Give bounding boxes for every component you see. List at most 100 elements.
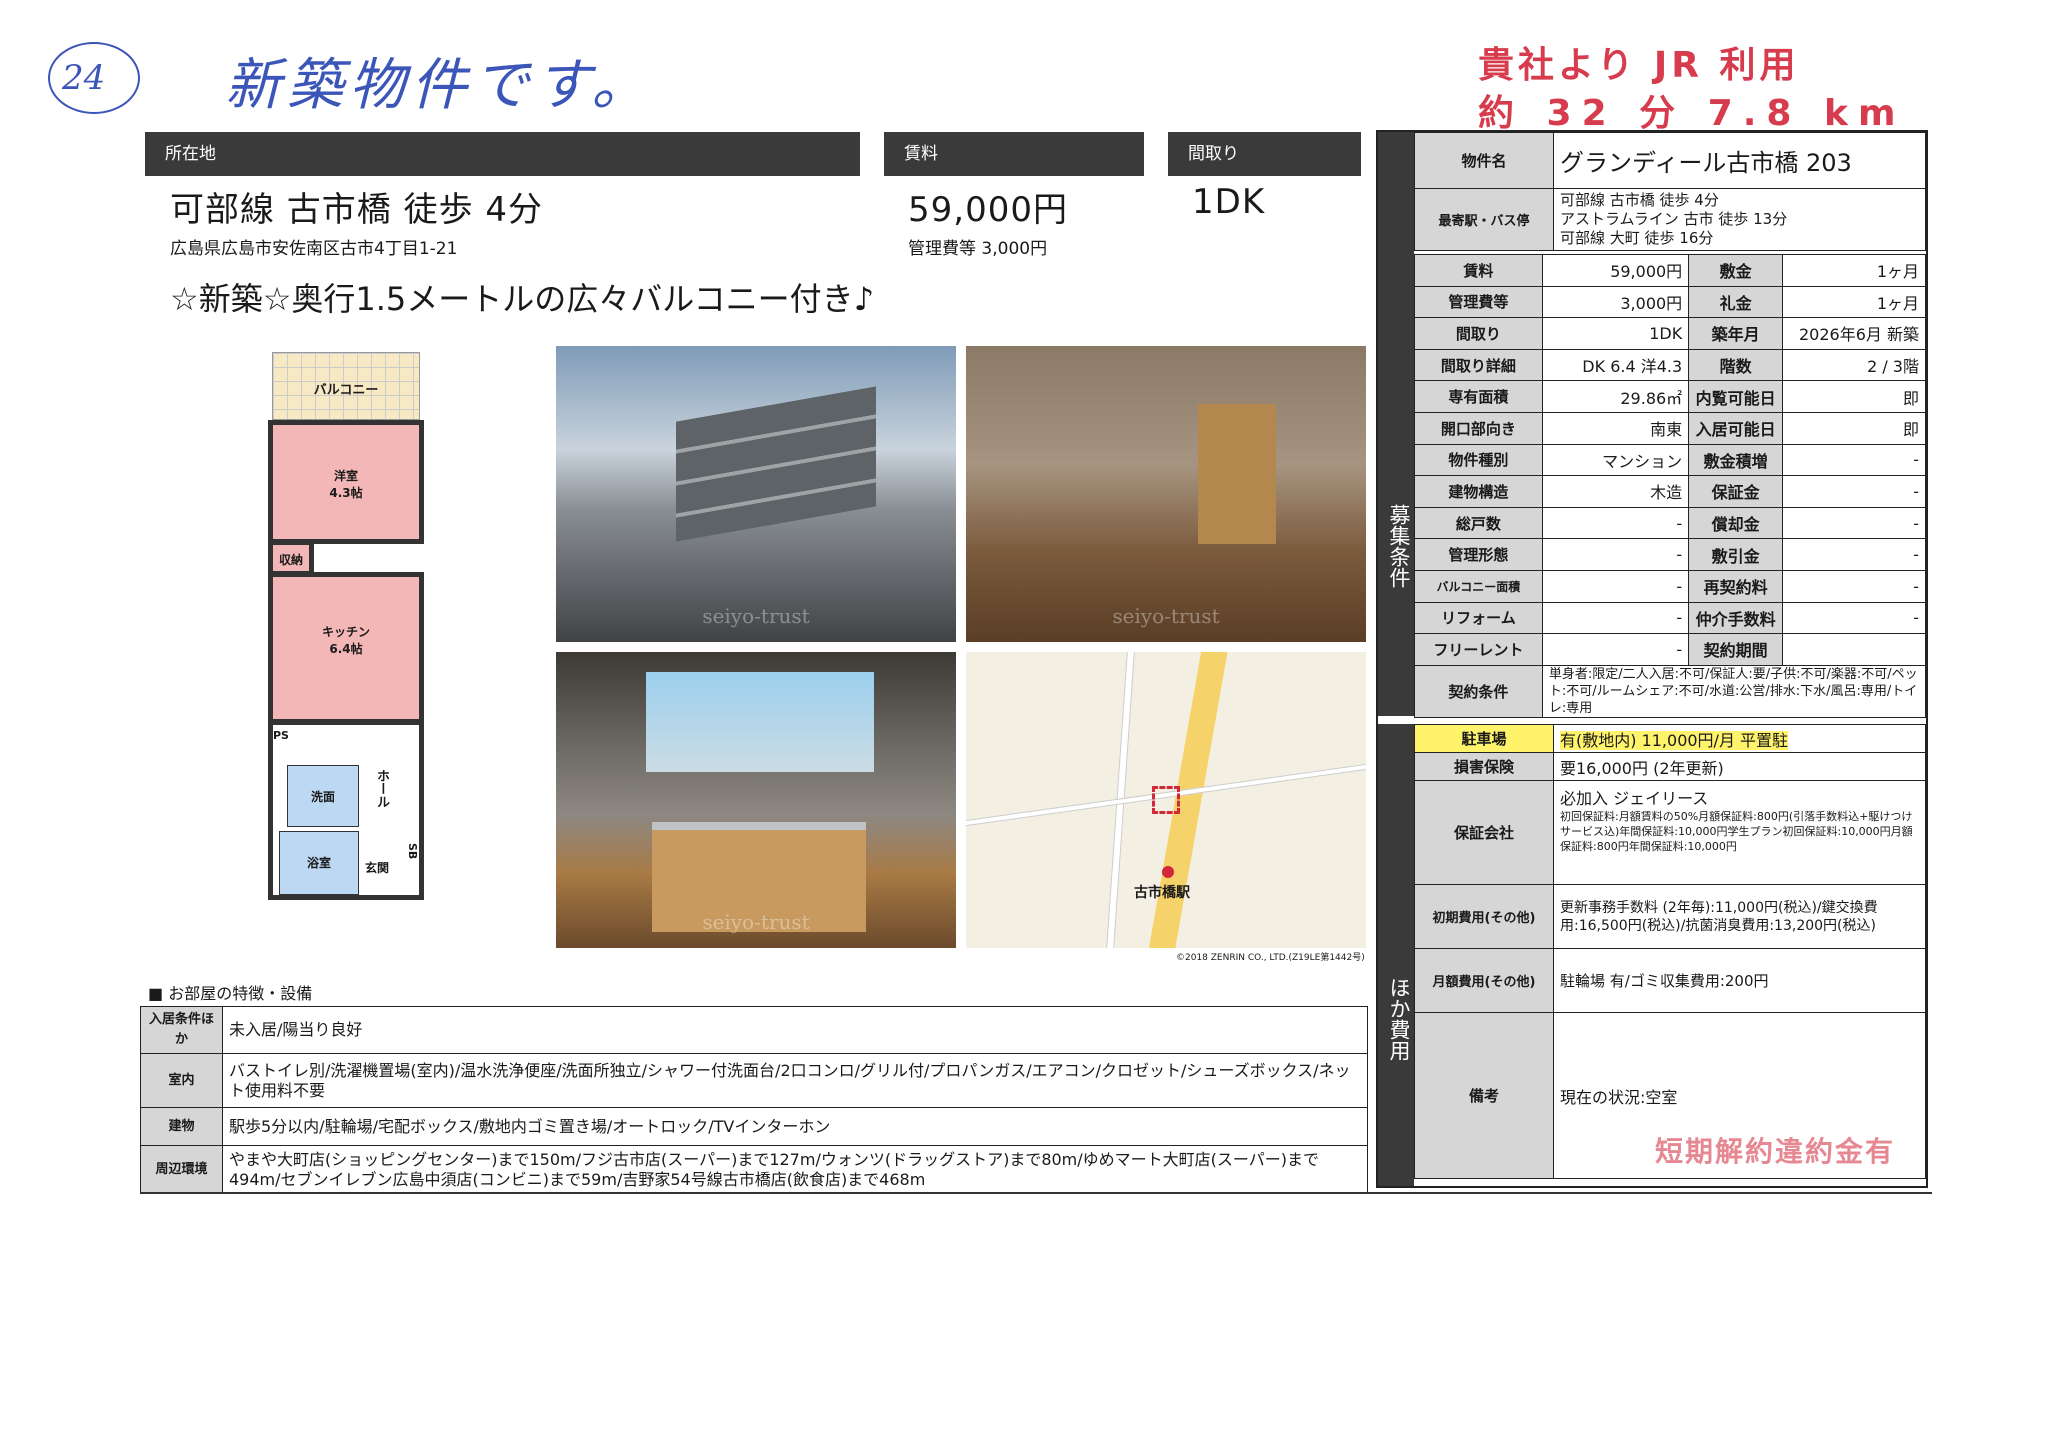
access-text: 可部線 古市橋 徒歩 4分 [170, 190, 544, 230]
map-location-marker [1152, 786, 1180, 814]
cond-key: 総戸数 [1414, 506, 1543, 540]
kitchen-photo: seiyo-trust [556, 652, 956, 948]
cond-value: 1ヶ月 [1781, 254, 1927, 287]
cond-value: - [1781, 475, 1927, 508]
cond-key: 礼金 [1688, 285, 1783, 319]
catch-copy: ☆新築☆奥行1.5メートルの広々バルコニー付き♪ [170, 280, 875, 318]
guarantee-detail: 初回保証料:月額賃料の50%月額保証料:800円(引落手数料込+駆けつけサービス… [1560, 810, 1913, 853]
guarantee-label: 保証会社 [1414, 780, 1554, 885]
distance-stamp-line1: 貴社より JR 利用 [1478, 45, 1800, 86]
fp-western-size: 4.3帖 [329, 486, 363, 500]
feature-key: 周辺環境 [140, 1145, 223, 1194]
cond-key: 物件種別 [1414, 443, 1543, 477]
table-row: 建物 駅歩5分以内/駐輪場/宅配ボックス/敷地内ゴミ置き場/オートロック/TVイン… [140, 1107, 1368, 1146]
distance-stamp-line2: 約 32 分 7.8 km [1478, 93, 1906, 134]
table-row: 間取り詳細 DK 6.4 洋4.3 階数 2 / 3階 [1414, 348, 1927, 382]
fp-sb: SB [406, 843, 419, 860]
insurance-value: 要16,000円 (2年更新) [1553, 752, 1926, 781]
contract-label: 契約条件 [1414, 664, 1543, 718]
remarks-value: 現在の状況:空室 [1560, 1087, 1678, 1107]
photo-watermark: seiyo-trust [702, 910, 810, 934]
cond-key: 間取り [1414, 317, 1543, 350]
cond-key: 築年月 [1688, 317, 1783, 350]
fp-washroom-label: 洗面 [310, 790, 335, 804]
cond-key: 契約期間 [1688, 633, 1783, 666]
conditions-table: 賃料 59,000円 敷金 1ヶ月 管理費等 3,000円 礼金 1ヶ月 間取り 1DK 築年月… [1414, 254, 1927, 718]
cond-value: 即 [1781, 380, 1927, 413]
cond-key: 入居可能日 [1688, 411, 1783, 445]
map-station-label: 古市橋駅 [1134, 885, 1190, 901]
rent-value: 59,000円 [908, 190, 1068, 230]
fp-storage-label: 収納 [278, 553, 303, 567]
cond-key: 仲介手数料 [1688, 601, 1783, 635]
feature-key: 室内 [140, 1053, 223, 1108]
recruitment-conditions-sidebar: 募集条件 [1378, 132, 1414, 716]
cond-value: - [1541, 569, 1690, 603]
fp-storage: 収納 [268, 540, 314, 576]
fp-washroom: 洗面 [287, 765, 359, 827]
address-text: 広島県広島市安佐南区古市4丁目1-21 [170, 239, 458, 259]
interior-door [1198, 404, 1276, 544]
map-station-icon [1162, 866, 1174, 878]
cond-key: バルコニー面積 [1414, 569, 1543, 603]
table-row: 物件種別 マンション 敷金積増 - [1414, 443, 1927, 477]
room-interior-photo: seiyo-trust [966, 346, 1366, 642]
table-row: 入居条件ほか 未入居/陽当り良好 [140, 1006, 1368, 1054]
photo-watermark: seiyo-trust [1112, 604, 1220, 628]
photo-watermark: seiyo-trust [702, 604, 810, 628]
cond-value: - [1781, 569, 1927, 603]
other-costs-table: 駐車場 有(敷地内) 11,000円/月 平置駐 損害保険 要16,000円 (2年… [1414, 724, 1926, 1179]
table-row: 建物構造 木造 保証金 - [1414, 475, 1927, 508]
cond-value: 即 [1781, 411, 1927, 445]
cond-value: 2026年6月 新築 [1781, 317, 1927, 350]
fp-kitchen: キッチン 6.4帖 [268, 572, 424, 724]
area-map: 古市橋駅 [966, 652, 1366, 948]
cond-value: 3,000円 [1541, 285, 1690, 319]
remarks-label: 備考 [1414, 1012, 1554, 1179]
fp-balcony: バルコニー [272, 352, 420, 420]
table-row: 室内 バストイレ別/洗濯機置場(室内)/温水洗浄便座/洗面所独立/シャワー付洗面台… [140, 1053, 1368, 1108]
fp-bath-label: 浴室 [306, 856, 331, 870]
fp-western-room: 洋室 4.3帖 [268, 420, 424, 544]
station-label: 最寄駅・バス停 [1414, 188, 1554, 251]
station-1: 可部線 古市橋 徒歩 4分 [1560, 191, 1719, 209]
cond-key: 建物構造 [1414, 475, 1543, 508]
fp-hall: ホール [374, 769, 389, 808]
property-name-label: 物件名 [1414, 132, 1554, 189]
cond-key: 敷引金 [1688, 538, 1783, 571]
layout-value: 1DK [1192, 182, 1266, 222]
cond-value: - [1781, 506, 1927, 540]
cond-value: 1ヶ月 [1781, 285, 1927, 319]
parking-label: 駐車場 [1414, 724, 1554, 753]
features-table: 入居条件ほか 未入居/陽当り良好 室内 バストイレ別/洗濯機置場(室内)/温水洗浄便… [140, 1006, 1368, 1194]
page-bottom-rule [140, 1192, 1932, 1194]
cond-key: 開口部向き [1414, 411, 1543, 445]
initial-cost-label: 初期費用(その他) [1414, 884, 1554, 949]
cond-key: 償却金 [1688, 506, 1783, 540]
station-2: アストラムライン 古市 徒歩 13分 [1560, 210, 1788, 228]
parking-value: 有(敷地内) 11,000円/月 平置駐 [1560, 730, 1789, 750]
cond-key: フリーレント [1414, 633, 1543, 666]
insurance-label: 損害保険 [1414, 752, 1554, 781]
monthly-cost-label: 月額費用(その他) [1414, 948, 1554, 1013]
cond-key: 敷金 [1688, 254, 1783, 287]
penalty-stamp: 短期解約違約金有 [1654, 1135, 1895, 1168]
table-row: フリーレント - 契約期間 [1414, 633, 1927, 666]
cond-value: - [1781, 538, 1927, 571]
cond-value: 2 / 3階 [1781, 348, 1927, 382]
guarantee-company: 必加入 ジェイリース [1560, 789, 1709, 808]
property-name-table: 物件名 グランディール古市橋 203 最寄駅・バス停 可部線 古市橋 徒歩 4分 … [1414, 132, 1926, 251]
station-3: 可部線 大町 徒歩 16分 [1560, 229, 1714, 247]
cond-key: 階数 [1688, 348, 1783, 382]
cond-value: 29.86㎡ [1541, 380, 1690, 413]
feature-key: 建物 [140, 1107, 223, 1146]
cond-value: - [1541, 506, 1690, 540]
feature-value: 駅歩5分以内/駐輪場/宅配ボックス/敷地内ゴミ置き場/オートロック/TVインター… [222, 1107, 1368, 1146]
cond-value: DK 6.4 洋4.3 [1541, 348, 1690, 382]
handwritten-note: 新築物件です。 [225, 53, 654, 118]
table-row: 管理費等 3,000円 礼金 1ヶ月 [1414, 285, 1927, 319]
cond-value: 1DK [1541, 317, 1690, 350]
fp-entrance: 玄関 [365, 861, 390, 875]
table-row: 周辺環境 やまや大町店(ショッピングセンター)まで150m/フジ古市店(スーパー)… [140, 1145, 1368, 1194]
building-shape [676, 386, 876, 542]
